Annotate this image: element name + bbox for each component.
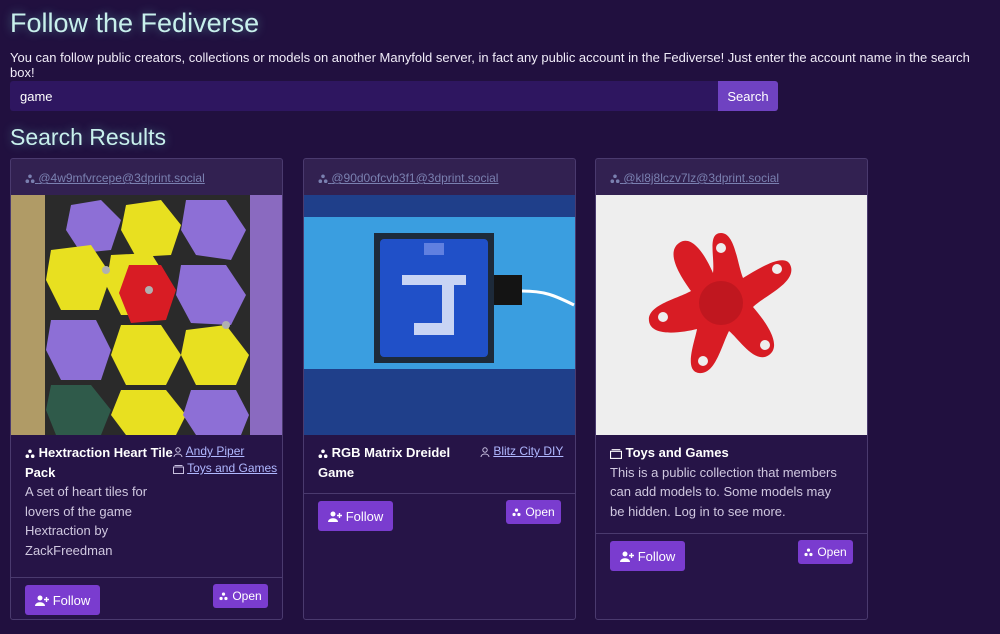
card-actions: Follow Open <box>11 577 282 619</box>
follow-button[interactable]: Follow <box>318 501 393 531</box>
card-description: This is a public collection that members… <box>610 464 837 519</box>
result-card-dreidel: @90d0ofcvb3f1@3dprint.social RGB Matrix … <box>303 158 576 620</box>
search-button[interactable]: Search <box>718 81 778 111</box>
card-title: RGB Matrix Dreidel Game <box>318 445 451 480</box>
card-meta: Andy Piper Toys and Games <box>173 443 282 477</box>
account-link[interactable]: @90d0ofcvb3f1@3dprint.social <box>318 171 498 185</box>
follow-button[interactable]: Follow <box>25 585 100 615</box>
open-button[interactable]: Open <box>506 500 561 524</box>
collection-thumbnail[interactable] <box>596 195 867 435</box>
account-link[interactable]: @kl8j8lczv7lz@3dprint.social <box>610 171 779 185</box>
account-link[interactable]: @4w9mfvrcepe@3dprint.social <box>25 171 205 185</box>
model-icon <box>610 174 620 183</box>
card-meta: Blitz City DIY <box>480 443 575 460</box>
person-plus-icon <box>34 595 49 606</box>
collection-icon <box>173 464 184 474</box>
rgb-matrix-dreidel-image <box>304 195 575 435</box>
card-actions: Follow Open <box>304 493 575 537</box>
follow-button[interactable]: Follow <box>610 541 685 571</box>
creator-link[interactable]: Andy Piper <box>186 444 245 458</box>
model-thumbnail[interactable] <box>304 195 575 435</box>
person-icon <box>480 447 490 457</box>
card-account-header: @90d0ofcvb3f1@3dprint.social <box>304 159 575 195</box>
open-button[interactable]: Open <box>213 584 268 608</box>
open-button[interactable]: Open <box>798 540 853 564</box>
model-icon <box>804 547 813 556</box>
collection-link[interactable]: Toys and Games <box>187 461 277 475</box>
card-title: Toys and Games <box>625 445 729 460</box>
person-plus-icon <box>619 551 634 562</box>
card-description: A set of heart tiles for lovers of the g… <box>25 484 148 558</box>
collection-icon <box>610 449 622 460</box>
card-account-header: @4w9mfvrcepe@3dprint.social <box>11 159 282 195</box>
card-actions: Follow Open <box>596 533 867 577</box>
model-icon <box>219 591 228 600</box>
intro-text: You can follow public creators, collecti… <box>10 50 970 80</box>
page-title: Follow the Fediverse <box>10 8 260 38</box>
model-icon <box>318 449 328 458</box>
person-plus-icon <box>327 511 342 522</box>
card-account-header: @kl8j8lczv7lz@3dprint.social <box>596 159 867 195</box>
model-icon <box>25 449 35 458</box>
creator-link[interactable]: Blitz City DIY <box>493 444 563 458</box>
search-bar: Search <box>10 81 778 111</box>
model-thumbnail[interactable] <box>11 195 282 435</box>
model-icon <box>25 174 35 183</box>
results-title: Search Results <box>10 124 166 150</box>
fidget-spinner-image <box>596 195 867 435</box>
person-icon <box>173 447 183 457</box>
card-title: Hextraction Heart Tile Pack <box>25 445 173 480</box>
model-icon <box>318 174 328 183</box>
search-input[interactable] <box>10 81 718 111</box>
result-card-toys-and-games: @kl8j8lczv7lz@3dprint.social Toys and Ga… <box>595 158 868 620</box>
hextraction-tiles-image <box>11 195 282 435</box>
model-icon <box>512 507 521 516</box>
result-card-hextraction: @4w9mfvrcepe@3dprint.social Hextraction … <box>10 158 283 620</box>
